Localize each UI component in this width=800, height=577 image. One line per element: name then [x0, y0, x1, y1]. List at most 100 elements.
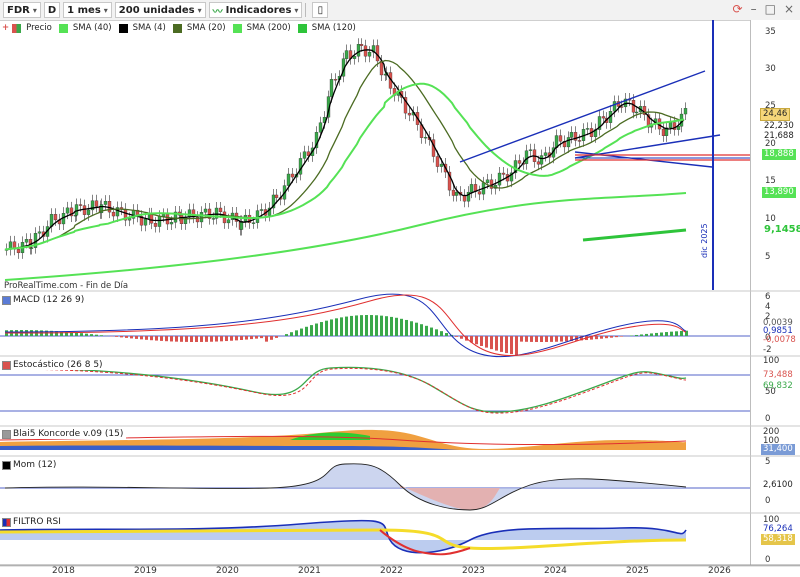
macd-bar — [485, 336, 488, 348]
candle-body — [290, 173, 295, 178]
price-axis-35: 35 — [765, 27, 776, 37]
mom-title: Mom (12) — [2, 460, 60, 470]
macd-bar — [425, 325, 428, 336]
candle-body — [274, 194, 279, 198]
candle-body — [226, 219, 231, 224]
macd-bar — [565, 336, 568, 342]
candle-body — [477, 191, 482, 195]
macd-bar — [670, 331, 673, 336]
macd-bar — [75, 332, 78, 336]
macd-bar — [200, 336, 203, 342]
macd-bar — [310, 325, 313, 336]
candle-body — [78, 204, 83, 206]
price-tag-3: 18,888 — [762, 149, 796, 160]
macd-bar — [215, 336, 218, 342]
candle-body — [543, 152, 548, 156]
candle-body — [82, 205, 87, 215]
macd-bar — [190, 336, 193, 342]
macd-bar — [390, 316, 393, 336]
candle-body — [601, 116, 606, 119]
macd-bar — [230, 336, 233, 341]
macd-bar — [550, 336, 553, 342]
stoch-axis-100: 100 — [763, 356, 780, 366]
macd-bar — [180, 336, 183, 342]
rsi-axis-0: 0 — [765, 555, 771, 565]
macd-bar — [330, 319, 333, 336]
mom-axis-0: 0 — [765, 496, 771, 506]
candle-body — [569, 132, 574, 138]
macd-bar — [100, 335, 103, 336]
macd-bar — [370, 315, 373, 336]
macd-bar — [430, 327, 433, 336]
macd-bar — [490, 336, 493, 350]
last-price-tag: 24,46 — [760, 108, 791, 121]
macd-bar — [480, 336, 483, 346]
candle-body — [634, 111, 639, 114]
macd-bar — [185, 336, 188, 342]
price-tag-5: 9,1458 — [764, 224, 800, 235]
konc-tag: 31,400 — [761, 444, 795, 455]
macd-bar — [600, 336, 603, 339]
candle-body — [352, 56, 357, 59]
candle-body — [577, 140, 582, 142]
macd-bar — [220, 336, 223, 342]
candle-body — [211, 218, 216, 220]
macd-bar — [235, 336, 238, 341]
macd-bar — [545, 336, 548, 342]
price-tag-4: 13,890 — [762, 187, 796, 198]
candle-body — [111, 211, 116, 217]
year-2022: 2022 — [380, 566, 403, 576]
macd-bar — [125, 336, 128, 338]
year-2023: 2023 — [462, 566, 485, 576]
candle-body — [203, 208, 208, 213]
macd-bar — [435, 329, 438, 336]
candle-body — [539, 155, 544, 165]
candle-body — [536, 161, 541, 165]
sma200-swatch — [232, 23, 242, 33]
rsi-title: FILTRO RSI — [2, 517, 64, 527]
stoch-tag-1: 73,488 — [763, 370, 793, 380]
macd-bar — [640, 334, 643, 336]
macd-bar — [270, 336, 273, 340]
macd-bar — [595, 336, 598, 340]
price-axis-15: 15 — [765, 176, 776, 186]
macd-bar — [520, 336, 523, 342]
macd-bar — [510, 336, 513, 355]
macd-bar — [170, 336, 173, 342]
candle-body — [302, 151, 307, 159]
legend-price: Precio — [26, 23, 52, 33]
candle-body — [153, 223, 158, 227]
macd-bar — [400, 318, 403, 336]
macd-bar — [610, 336, 613, 338]
macd-axis-m2: -2 — [763, 345, 772, 355]
candle-body — [161, 214, 166, 217]
macd-bar — [525, 336, 528, 342]
candle-body — [74, 204, 79, 216]
year-2024: 2024 — [544, 566, 567, 576]
candle-body — [169, 222, 174, 225]
macd-bar — [675, 331, 678, 336]
macd-bar — [655, 332, 658, 336]
macd-bar — [355, 315, 358, 336]
macd-bar — [240, 336, 243, 340]
candle-body — [668, 122, 673, 128]
candle-body — [435, 156, 440, 167]
macd-bar — [165, 336, 168, 342]
price-axis-5: 5 — [765, 252, 771, 262]
legend-sma4: SMA (4) — [132, 23, 166, 33]
macd-bar — [305, 326, 308, 336]
candle-body — [329, 79, 334, 97]
candle-body — [356, 44, 361, 57]
stoch-swatch — [2, 360, 11, 370]
candle-body — [251, 222, 256, 224]
candle-body — [94, 200, 99, 207]
macd-bar — [635, 334, 638, 336]
macd-axis-4: 4 — [765, 302, 771, 312]
macd-bar — [160, 336, 163, 341]
macd-bar — [650, 333, 653, 336]
candle-body — [367, 51, 372, 57]
macd-bar — [455, 336, 458, 337]
candle-body — [612, 101, 617, 112]
add-icon[interactable]: + — [2, 23, 9, 33]
mom-tag: 2,6100 — [763, 480, 793, 490]
